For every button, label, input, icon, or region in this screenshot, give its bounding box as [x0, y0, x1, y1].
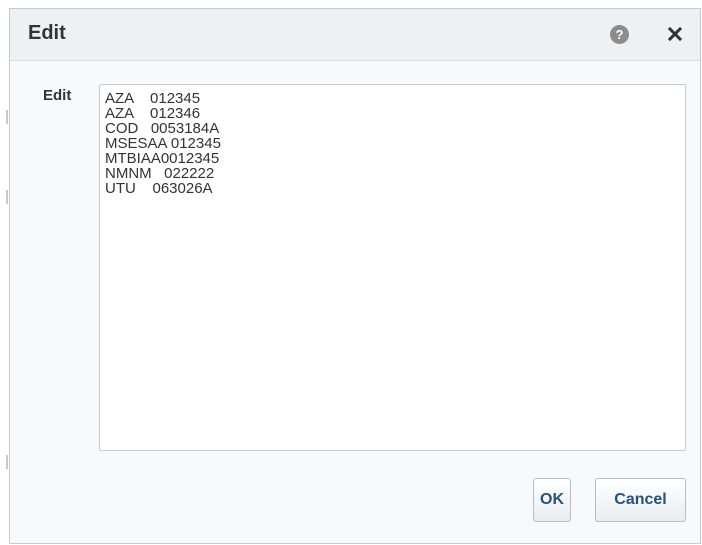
cancel-button[interactable]: Cancel	[595, 478, 686, 522]
background-edge-mark	[6, 110, 8, 124]
background-page-edge	[0, 0, 8, 545]
close-icon[interactable]	[664, 23, 686, 45]
dialog-title-bar[interactable]: Edit ?	[10, 9, 700, 61]
edit-dialog: Edit ? Edit AZA 012345 AZA 012346 COD 00…	[9, 8, 701, 544]
background-edge-mark	[6, 455, 8, 469]
dialog-title: Edit	[28, 22, 66, 44]
edit-textarea[interactable]: AZA 012345 AZA 012346 COD 0053184A MSESA…	[99, 84, 686, 451]
ok-button[interactable]: OK	[533, 478, 571, 522]
edit-field-label: Edit	[43, 87, 72, 104]
background-edge-mark	[6, 190, 8, 204]
help-icon[interactable]: ?	[610, 25, 629, 44]
